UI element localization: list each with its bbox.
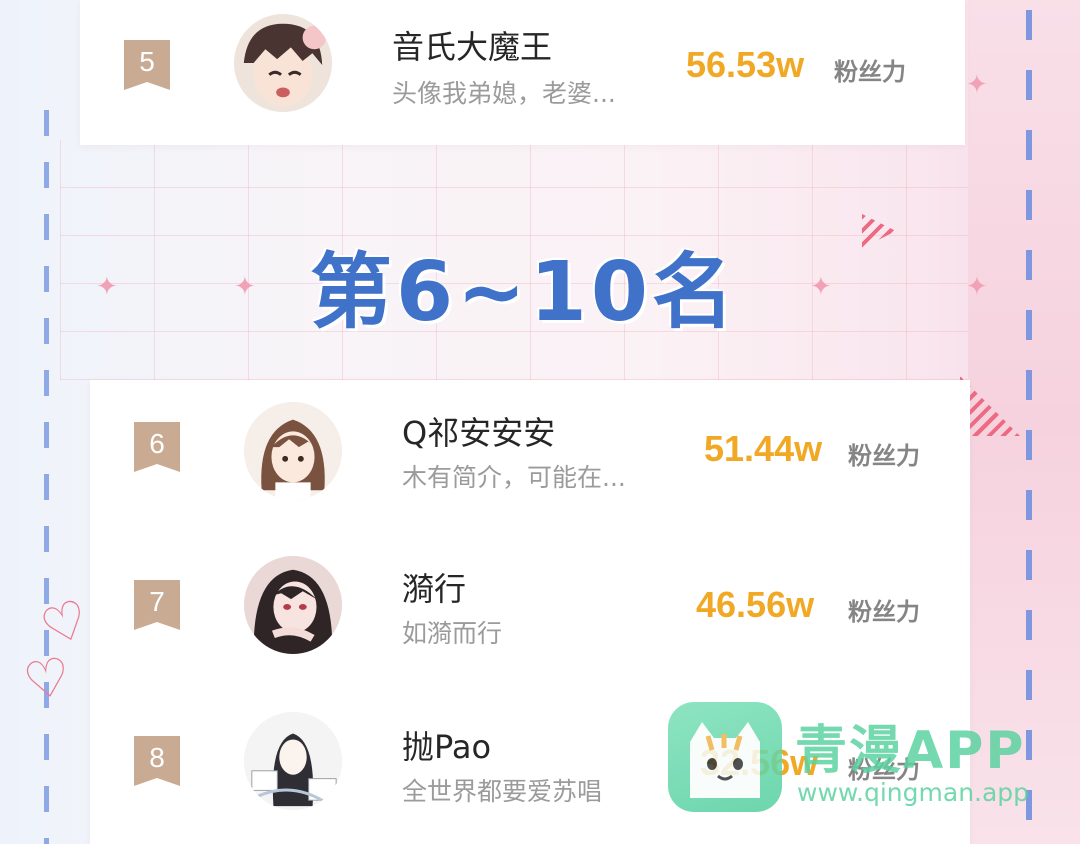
ranking-entry[interactable]: 6 Q祁安安安 木有简介，可能在... 51.44w 粉丝力 (0, 390, 1000, 510)
user-avatar[interactable] (234, 14, 332, 112)
sparkle-icon: ✦ (234, 272, 256, 302)
sparkle-icon: ✦ (966, 272, 988, 302)
user-avatar[interactable] (244, 402, 342, 500)
anime-long-hair-avatar-icon (244, 402, 342, 500)
user-name[interactable]: 漪行 (402, 564, 466, 610)
sparkle-icon: ✦ (810, 272, 832, 302)
user-bio: 头像我弟媳，老婆... (392, 79, 616, 108)
user-bio: 全世界都要爱苏唱 (402, 777, 603, 806)
sparkle-icon: ✦ (96, 272, 118, 302)
fans-count: 46.56w (696, 584, 815, 625)
fans-count: 51.44w (704, 428, 823, 469)
anime-dark-hair-avatar-icon (244, 556, 342, 654)
fans-label: 粉丝力 (834, 58, 906, 86)
watermark-url: www.qingman.app (797, 778, 1030, 807)
user-avatar[interactable] (244, 712, 342, 810)
rank-badge: 7 (134, 580, 180, 630)
cat-icon (668, 702, 782, 812)
fans-label: 粉丝力 (848, 442, 920, 470)
user-bio: 木有简介，可能在... (402, 463, 626, 492)
user-name[interactable]: Q祁安安安 (402, 408, 555, 454)
watermark-title: 青漫APP (795, 721, 1026, 781)
anime-sketch-avatar-icon (244, 712, 342, 810)
rank-badge: 8 (134, 736, 180, 786)
rank-badge: 5 (124, 40, 170, 90)
user-bio: 如漪而行 (402, 619, 503, 648)
fans-count: 56.53w (686, 44, 805, 85)
user-name[interactable]: 抛Pao (402, 722, 491, 768)
ranking-entry[interactable]: 7 漪行 如漪而行 46.56w 粉丝力 (0, 546, 1000, 666)
user-avatar[interactable] (244, 556, 342, 654)
ranking-entry[interactable]: 5 音氏大魔王 头像我弟媳，老婆... 56.53w 粉丝力 (0, 0, 1000, 120)
user-name[interactable]: 音氏大魔王 (392, 22, 552, 68)
fans-label: 粉丝力 (848, 598, 920, 626)
section-title: 第6~10名 (310, 245, 738, 340)
anime-boy-avatar-icon (234, 14, 332, 112)
rank-badge: 6 (134, 422, 180, 472)
